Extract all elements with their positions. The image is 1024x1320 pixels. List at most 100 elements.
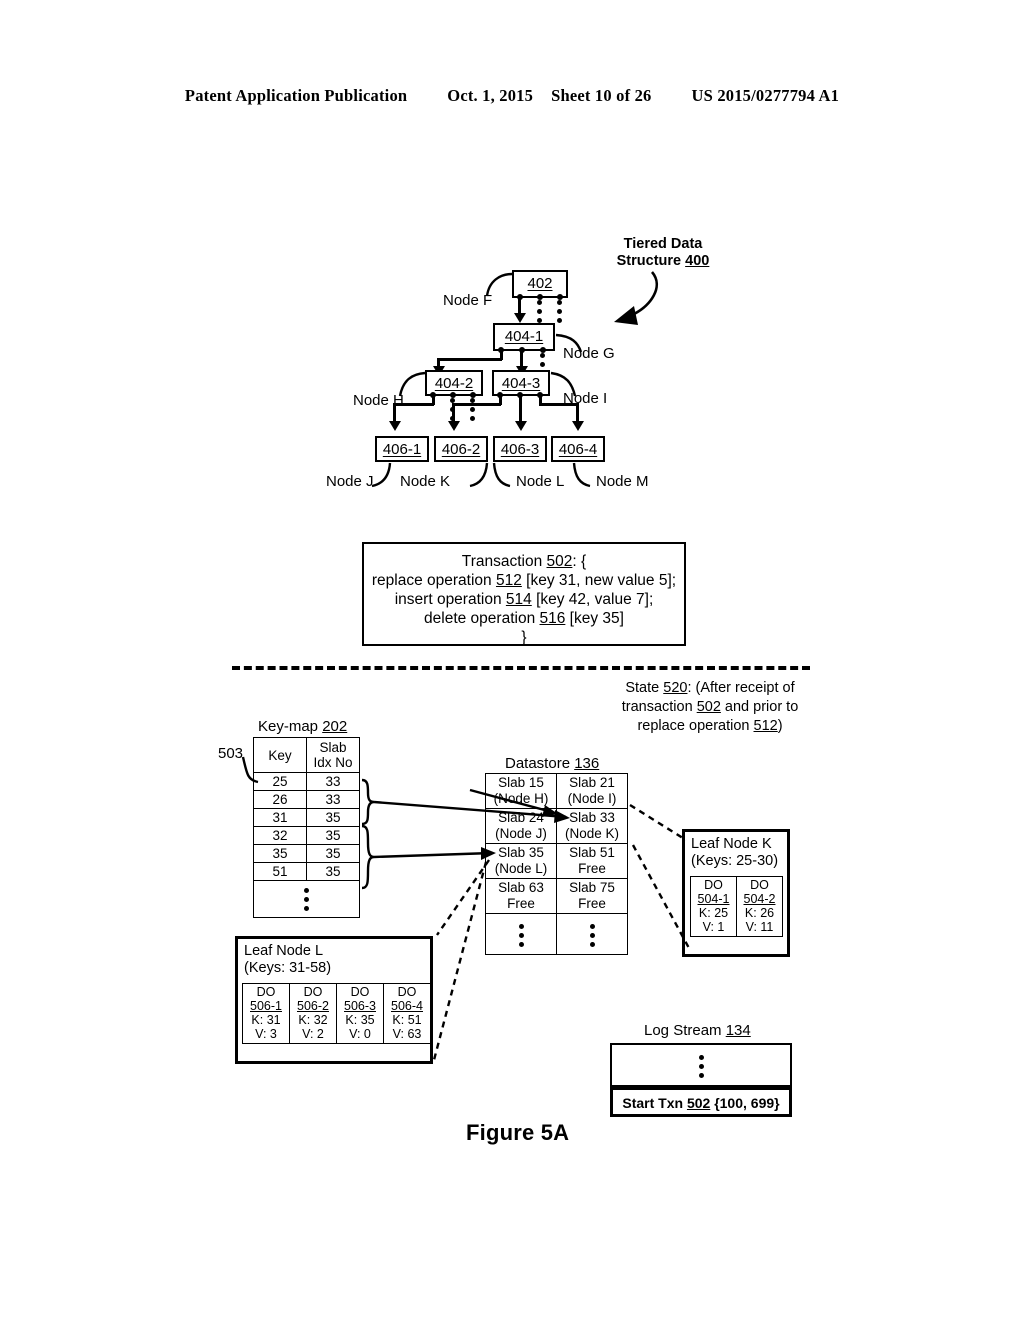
datastore-title: Datastore 136	[505, 755, 600, 772]
log-entry-ref-502: 502	[686, 1095, 711, 1111]
tree-node-406-4-name: Node M	[596, 473, 649, 490]
keymap-cell-key: 31	[253, 808, 307, 827]
table-row[interactable]: 31 35	[253, 808, 360, 827]
datastore-cell-slab-51[interactable]: Slab 51 Free	[556, 843, 628, 879]
state-ref-512: 512	[753, 718, 778, 734]
table-row[interactable]: 25 33	[253, 772, 360, 791]
data-object-504-2[interactable]: DO 504-2 K: 26 V: 11	[736, 876, 783, 937]
keymap-cell-slab: 35	[306, 808, 360, 827]
tiered-structure-title-line1: Tiered Data	[623, 236, 703, 252]
datastore-ellipsis-cell-left	[485, 913, 557, 955]
leaf-node-k-header: Leaf Node K (Keys: 25-30)	[691, 836, 778, 870]
tree-node-402-label: 402	[527, 275, 553, 292]
table-row[interactable]: 35 35	[253, 844, 360, 863]
log-stream-ref-134: 134	[725, 1022, 751, 1039]
tree-node-406-2-name: Node K	[400, 473, 451, 490]
table-row[interactable]: 32 35	[253, 826, 360, 845]
state-caption: State 520: (After receipt of transaction…	[590, 679, 830, 736]
transaction-ref-514: 514	[505, 591, 532, 608]
tree-node-402-name: Node F	[443, 292, 493, 309]
log-stream-pending-entries	[610, 1043, 792, 1087]
slab35-to-leaf-node-l-connector-2	[432, 861, 488, 1061]
tiered-structure-title: Tiered Data Structure 400	[608, 236, 718, 270]
tree-node-404-3-label: 404-3	[501, 375, 541, 392]
datastore-cell-slab-35[interactable]: Slab 35 (Node L)	[485, 843, 557, 879]
datastore-cell-slab-75[interactable]: Slab 75 Free	[556, 878, 628, 914]
tiered-structure-arrow-line	[629, 271, 658, 318]
table-row: Slab 35 (Node L) Slab 51 Free	[485, 843, 628, 879]
keymap-cell-key: 51	[253, 862, 307, 881]
node-404-3-edge2-arrow	[514, 421, 527, 431]
log-stream-title: Log Stream 134	[644, 1022, 751, 1039]
data-object-504-1[interactable]: DO 504-1 K: 25 V: 1	[690, 876, 737, 937]
node-404-3-edge1-h	[452, 403, 501, 406]
table-row: Slab 63 Free Slab 75 Free	[485, 878, 628, 914]
slab35-to-leaf-node-l-connector-1	[436, 859, 490, 936]
slab33-to-leaf-node-k-connector	[629, 803, 687, 842]
transaction-ref-512: 512	[495, 572, 522, 589]
node-402-edge-arrow	[513, 313, 526, 323]
table-row: Slab 15 (Node H) Slab 21 (Node I)	[485, 773, 628, 809]
leaf-node-k-title: Leaf Node K	[691, 836, 772, 852]
leaf-node-k-objects-table: DO 504-1 K: 25 V: 1 DO 504-2 K: 26 V: 11	[690, 876, 783, 937]
state-line-2: transaction 502 and prior to	[621, 699, 799, 715]
page-header: Patent Application Publication Oct. 1, 20…	[0, 86, 1024, 106]
data-object-506-1[interactable]: DO 506-1 K: 31 V: 3	[242, 983, 290, 1044]
node-404-3-edge1-arrow	[447, 421, 460, 431]
tree-node-404-3-name: Node I	[563, 390, 608, 407]
tiered-structure-ref: 400	[685, 253, 710, 270]
tree-node-406-4[interactable]: 406-4	[551, 436, 605, 462]
transaction-ref-516: 516	[539, 610, 566, 627]
tree-node-406-3[interactable]: 406-3	[493, 436, 547, 462]
tree-node-406-2-label: 406-2	[441, 441, 481, 458]
datastore-cell-slab-24[interactable]: Slab 24 (Node J)	[485, 808, 557, 844]
keymap-title: Key-map 202	[258, 718, 348, 735]
keymap-cell-key: 35	[253, 844, 307, 863]
datastore-cell-slab-33[interactable]: Slab 33 (Node K)	[556, 808, 628, 844]
data-object-506-2[interactable]: DO 506-2 K: 32 V: 2	[289, 983, 337, 1044]
keymap-brace-group-2	[361, 824, 375, 890]
log-stream-entry-start-txn[interactable]: Start Txn 502 {100, 699}	[610, 1087, 792, 1117]
tree-node-404-2-name: Node H	[353, 392, 404, 409]
state-ref-520: 520	[663, 680, 688, 696]
data-object-506-3[interactable]: DO 506-3 K: 35 V: 0	[336, 983, 384, 1044]
keymap-ref-202: 202	[322, 718, 348, 735]
table-row[interactable]: 26 33	[253, 790, 360, 809]
state-line-1: State 520: (After receipt of	[625, 680, 795, 696]
datastore-cell-slab-63[interactable]: Slab 63 Free	[485, 878, 557, 914]
keymap-cell-slab: 35	[306, 862, 360, 881]
keymap-header-key: Key	[253, 737, 307, 773]
node-l-leader-line	[492, 462, 511, 488]
header-publication: Patent Application Publication	[184, 86, 408, 105]
figure-caption: Figure 5A	[466, 1120, 570, 1145]
keymap-ellipsis-row	[253, 880, 360, 918]
node-j-leader-line	[371, 462, 392, 488]
tree-node-406-3-label: 406-3	[500, 441, 540, 458]
state-ref-502: 502	[696, 699, 721, 715]
tree-node-406-1[interactable]: 406-1	[375, 436, 429, 462]
tree-node-406-2[interactable]: 406-2	[434, 436, 488, 462]
datastore-cell-slab-21[interactable]: Slab 21 (Node I)	[556, 773, 628, 809]
tree-node-404-2-label: 404-2	[434, 375, 474, 392]
keymap-cell-slab: 35	[306, 826, 360, 845]
keymap-cell-slab: 35	[306, 844, 360, 863]
datastore-cell-slab-15[interactable]: Slab 15 (Node H)	[485, 773, 557, 809]
tree-node-406-1-label: 406-1	[382, 441, 422, 458]
tree-node-404-1-label: 404-1	[504, 328, 544, 345]
header-date: Oct. 1, 2015	[447, 86, 534, 105]
node-404-3-edge1-v2	[452, 403, 455, 423]
keymap-cell-key: 25	[253, 772, 307, 791]
keymap-vertical-ellipsis	[304, 888, 309, 911]
leaf-node-l-title: Leaf Node L	[244, 943, 324, 959]
leaf-node-l-objects-table: DO 506-1 K: 31 V: 3 DO 506-2 K: 32 V: 2 …	[242, 983, 431, 1044]
node-m-leader-line	[572, 462, 591, 488]
data-object-506-4[interactable]: DO 506-4 K: 51 V: 63	[383, 983, 431, 1044]
datastore-ref-136: 136	[574, 755, 600, 772]
node-404-1-edge1-h	[437, 358, 502, 361]
state-divider	[232, 666, 810, 670]
tree-node-406-1-name: Node J	[326, 473, 374, 490]
transaction-box: Transaction 502: { replace operation 512…	[362, 542, 686, 646]
leaf-node-l-header: Leaf Node L (Keys: 31-58)	[244, 943, 331, 977]
leaf-node-l-keys: (Keys: 31-58)	[244, 960, 332, 976]
table-row[interactable]: 51 35	[253, 862, 360, 881]
